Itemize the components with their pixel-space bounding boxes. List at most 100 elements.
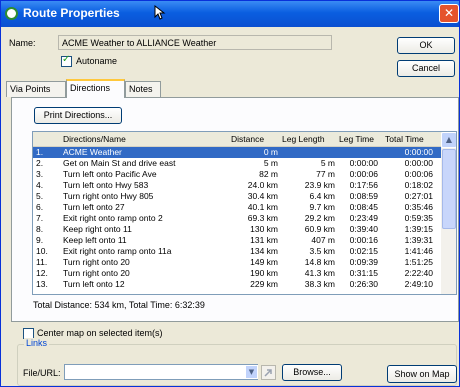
window-title: Route Properties	[23, 6, 120, 20]
cell-leg: 407 m	[311, 235, 335, 245]
table-row[interactable]: 8. Keep right onto 11 130 km 60.9 km 0:39:40…	[33, 224, 441, 235]
cell-legtime: 0:00:06	[349, 169, 378, 179]
list-header: Directions/Name Distance Leg Length Leg …	[33, 132, 441, 147]
tab-directions[interactable]: Directions	[66, 79, 125, 98]
cell-n: 10.	[36, 246, 48, 256]
cell-legtime: 0:09:39	[349, 257, 378, 267]
column-header-leg-length[interactable]: Leg Length	[282, 134, 325, 144]
cell-dist: 24.0 km	[247, 180, 278, 190]
cell-leg: 5 m	[320, 158, 335, 168]
table-row[interactable]: 3. Turn left onto Pacific Ave 82 m 77 m 0:00…	[33, 169, 441, 180]
cell-legtime: 0:17:56	[349, 180, 378, 190]
table-row[interactable]: 12. Turn right onto 20 190 km 41.3 km 0:31:1…	[33, 268, 441, 279]
table-row[interactable]: 9. Keep left onto 11 131 km 407 m 0:00:16 1:3…	[33, 235, 441, 246]
cell-leg: 38.3 km	[304, 279, 335, 289]
file-url-input[interactable]	[64, 364, 258, 380]
cell-n: 3.	[36, 169, 44, 179]
cell-name: Exit right onto ramp onto 2	[63, 213, 163, 223]
tab-notes[interactable]: Notes	[125, 81, 161, 97]
check-icon: ✓	[62, 54, 71, 65]
table-row[interactable]: 1. ACME Weather 0 m 0:00:00	[33, 147, 441, 158]
cell-dist: 40.1 km	[247, 202, 278, 212]
table-row[interactable]: 4. Turn left onto Hwy 583 24.0 km 23.9 km 0:…	[33, 180, 441, 191]
cell-n: 4.	[36, 180, 44, 190]
directions-list[interactable]: Directions/Name Distance Leg Length Leg …	[32, 131, 457, 295]
center-map-label: Center map on selected item(s)	[37, 328, 163, 338]
ok-button[interactable]: OK	[397, 37, 455, 54]
tab-via-points[interactable]: Via Points	[6, 81, 66, 97]
cell-name: Turn left onto 12	[63, 279, 125, 289]
cell-legtime: 0:39:40	[349, 224, 378, 234]
cell-dist: 229 km	[250, 279, 278, 289]
column-header-total-time[interactable]: Total Time	[385, 134, 424, 144]
cell-legtime: 0:00:16	[349, 235, 378, 245]
browse-button[interactable]: Browse...	[282, 364, 342, 381]
cell-name: Get on Main St and drive east	[63, 158, 176, 168]
close-button[interactable]: ✕	[439, 4, 459, 23]
cell-total: 0:27:01	[404, 191, 433, 201]
cell-n: 2.	[36, 158, 44, 168]
scroll-thumb[interactable]	[442, 149, 456, 229]
cell-name: Turn right onto 20	[63, 257, 130, 267]
cell-legtime: 0:02:15	[349, 246, 378, 256]
cell-n: 6.	[36, 202, 44, 212]
cell-dist: 5 m	[263, 158, 278, 168]
name-field[interactable]: ACME Weather to ALLIANCE Weather	[58, 35, 332, 50]
cell-total: 0:00:00	[404, 147, 433, 157]
cell-total: 1:39:15	[404, 224, 433, 234]
column-header-distance[interactable]: Distance	[231, 134, 264, 144]
cell-name: ACME Weather	[63, 147, 122, 157]
cell-n: 7.	[36, 213, 44, 223]
cell-leg: 14.8 km	[304, 257, 335, 267]
name-label: Name:	[9, 38, 36, 48]
cell-dist: 149 km	[250, 257, 278, 267]
dropdown-arrow-icon[interactable]: ▼	[245, 365, 258, 379]
cell-name: Exit right onto ramp onto 11a	[63, 246, 172, 256]
cell-leg: 60.9 km	[304, 224, 335, 234]
route-summary: Total Distance: 534 km, Total Time: 6:32…	[33, 300, 205, 310]
cell-dist: 82 m	[259, 169, 278, 179]
cell-legtime: 0:23:49	[349, 213, 378, 223]
title-bar[interactable]: Route Properties ✕	[1, 1, 459, 27]
column-header-name[interactable]: Directions/Name	[63, 134, 126, 144]
cell-legtime: 0:31:15	[349, 268, 378, 278]
table-row[interactable]: 7. Exit right onto ramp onto 2 69.3 km 29.2…	[33, 213, 441, 224]
print-directions-button[interactable]: Print Directions...	[34, 107, 122, 124]
cell-name: Keep right onto 11	[63, 224, 132, 234]
links-legend: Links	[24, 338, 50, 348]
cell-total: 0:00:06	[404, 169, 433, 179]
cell-n: 1.	[36, 147, 44, 157]
cell-dist: 190 km	[250, 268, 278, 278]
mouse-cursor-icon	[154, 5, 166, 20]
cell-n: 8.	[36, 224, 44, 234]
autoname-label: Autoname	[76, 56, 118, 66]
cell-name: Turn left onto 27	[63, 202, 125, 212]
vertical-scrollbar[interactable]: ▲	[441, 132, 456, 294]
cell-leg: 41.3 km	[304, 268, 335, 278]
cell-total: 0:35:46	[404, 202, 433, 212]
table-row[interactable]: 2. Get on Main St and drive east 5 m 5 m 0:0…	[33, 158, 441, 169]
cell-name: Keep left onto 11	[63, 235, 127, 245]
table-row[interactable]: 6. Turn left onto 27 40.1 km 9.7 km 0:08:45 0…	[33, 202, 441, 213]
cell-dist: 69.3 km	[247, 213, 278, 223]
table-row[interactable]: 5. Turn right onto Hwy 805 30.4 km 6.4 km 0:…	[33, 191, 441, 202]
table-row[interactable]: 13. Turn left onto 12 229 km 38.3 km 0:26:30…	[33, 279, 441, 290]
cell-name: Turn right onto 20	[63, 268, 130, 278]
cell-total: 0:59:35	[404, 213, 433, 223]
scroll-up-icon[interactable]: ▲	[441, 132, 456, 148]
cell-leg: 6.4 km	[309, 191, 335, 201]
cancel-button[interactable]: Cancel	[397, 60, 455, 77]
cell-total: 0:18:02	[404, 180, 433, 190]
cell-dist: 131 km	[250, 235, 278, 245]
cell-dist: 130 km	[250, 224, 278, 234]
cell-n: 11.	[36, 257, 48, 267]
autoname-checkbox[interactable]: ✓	[61, 54, 72, 67]
cell-n: 9.	[36, 235, 44, 245]
column-header-leg-time[interactable]: Leg Time	[339, 134, 374, 144]
table-row[interactable]: 10. Exit right onto ramp onto 11a 134 km 3.…	[33, 246, 441, 257]
show-on-map-button[interactable]: Show on Map	[387, 365, 457, 383]
open-link-button[interactable]	[261, 365, 276, 380]
cell-name: Turn left onto Pacific Ave	[63, 169, 157, 179]
table-row[interactable]: 11. Turn right onto 20 149 km 14.8 km 0:09:3…	[33, 257, 441, 268]
open-link-icon	[264, 369, 272, 377]
